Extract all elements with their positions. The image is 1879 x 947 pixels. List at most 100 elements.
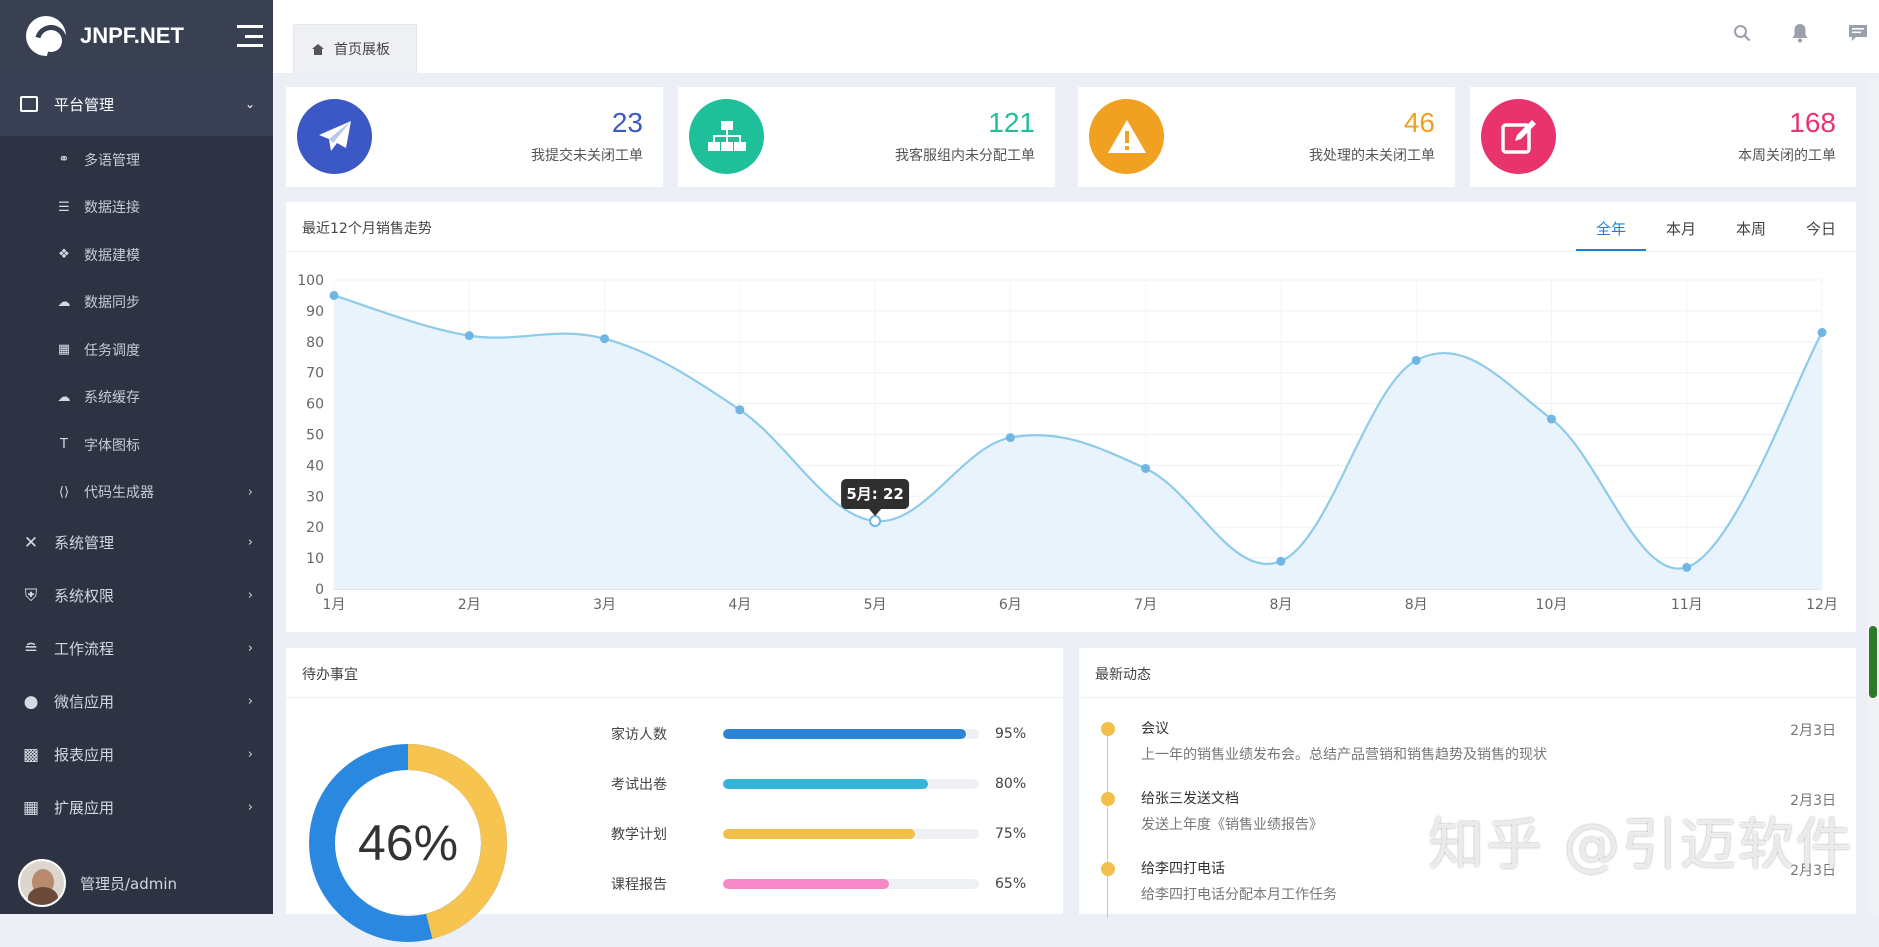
donut-value: 46%	[357, 815, 459, 871]
tab-range-week[interactable]: 本周	[1716, 216, 1786, 252]
y-tick-label: 100	[297, 273, 324, 289]
x-tick-label: 6月	[999, 597, 1022, 613]
sidebar-subitem-label: 多语管理	[84, 152, 140, 169]
sidebar-item[interactable]: ✕ 系统管理 ›	[0, 516, 273, 569]
edit-icon	[1481, 99, 1556, 174]
sidebar-group-label: 平台管理	[54, 95, 115, 114]
shield-icon: ⛨	[24, 585, 38, 606]
divider	[1079, 697, 1856, 698]
scrollbar[interactable]	[1867, 80, 1879, 914]
stat-card-unassigned[interactable]: 121 我客服组内未分配工单	[678, 87, 1055, 187]
bell-icon[interactable]	[1789, 22, 1811, 44]
user-profile[interactable]: 管理员/admin	[0, 852, 273, 914]
progress-label: 课程报告	[611, 877, 667, 893]
tab-range-year[interactable]: 全年	[1576, 216, 1646, 252]
stat-card-closed[interactable]: 168 本周关闭的工单	[1470, 87, 1856, 187]
x-tick-label: 7月	[1134, 597, 1157, 613]
stat-label: 我提交未关闭工单	[531, 148, 643, 164]
tooltip-text: 5月: 22	[846, 485, 904, 503]
stat-value: 168	[1789, 107, 1836, 138]
sidebar-item-label: 报表应用	[54, 746, 115, 764]
sidebar-item[interactable]: ● 微信应用 ›	[0, 675, 273, 728]
chevron-right-icon: ›	[247, 535, 253, 550]
y-tick-label: 50	[306, 428, 324, 444]
stat-card-processing[interactable]: 46 我处理的未关闭工单	[1078, 87, 1455, 187]
sidebar-subitem[interactable]: ❖ 数据建模	[0, 231, 273, 279]
y-tick-label: 60	[306, 397, 324, 413]
brand-title: JNPF.NET	[80, 23, 184, 48]
sidebar-subitem-label: 数据建模	[84, 247, 140, 264]
sidebar-subitem-label: 代码生成器	[84, 485, 154, 502]
progress-percent: 65%	[995, 876, 1027, 892]
chevron-right-icon: ›	[247, 641, 253, 656]
grid-icon: ▦	[22, 797, 40, 818]
sidebar-subitem[interactable]: ☁ 系统缓存	[0, 374, 273, 422]
search-icon[interactable]	[1731, 22, 1753, 44]
data-point	[1141, 463, 1151, 473]
message-icon[interactable]	[1847, 22, 1869, 44]
sidebar-item-label: 系统管理	[54, 534, 115, 552]
x-tick-label: 2月	[458, 597, 481, 613]
sidebar-subitem[interactable]: ⚭ 多语管理	[0, 136, 273, 184]
y-tick-label: 40	[306, 458, 324, 474]
progress-percent: 80%	[995, 776, 1027, 792]
progress-row: 家访人数 95%	[611, 724, 1041, 744]
sidebar-subitem[interactable]: ☰ 数据连接	[0, 184, 273, 232]
top-icons	[1731, 22, 1869, 44]
sidebar-item-label: 系统权限	[54, 587, 115, 605]
scrollbar-thumb[interactable]	[1869, 626, 1877, 698]
y-tick-label: 0	[315, 582, 324, 598]
code-icon: ⟨⟩	[58, 484, 70, 500]
sidebar-subitem[interactable]: ⟨⟩ 代码生成器 ›	[0, 469, 273, 517]
sidebar-item[interactable]: ▩ 报表应用 ›	[0, 728, 273, 781]
tooltip-arrow	[869, 509, 882, 517]
y-tick-label: 80	[306, 335, 324, 351]
x-tick-label: 1月	[323, 597, 346, 613]
timeline-desc: 给李四打电话分配本月工作任务	[1141, 887, 1337, 903]
cloud-icon: ☁	[57, 294, 71, 310]
data-point	[869, 515, 882, 528]
data-point	[735, 405, 745, 415]
progress-row: 教学计划 75%	[611, 824, 1041, 844]
menu-collapse-icon[interactable]	[237, 25, 263, 47]
progress-label: 考试出卷	[611, 777, 667, 793]
sidebar-item[interactable]: ⛨ 系统权限 ›	[0, 569, 273, 622]
cubes-icon: ❖	[58, 247, 70, 263]
sidebar-item[interactable]: ▦ 扩展应用 ›	[0, 781, 273, 834]
timeline-dot	[1101, 792, 1115, 806]
progress-percent: 75%	[995, 826, 1027, 842]
chevron-down-icon: ⌄	[244, 97, 255, 111]
x-tick-label: 5月	[864, 597, 887, 613]
sidebar-subitem[interactable]: T 字体图标	[0, 421, 273, 469]
font-icon: T	[60, 437, 68, 453]
progress-track	[723, 879, 979, 889]
data-point	[1546, 414, 1556, 424]
sidebar-subitem[interactable]: ☁ 数据同步	[0, 279, 273, 327]
sidebar-subitem-label: 字体图标	[84, 437, 140, 454]
sidebar-subitem[interactable]: ▦ 任务调度	[0, 326, 273, 374]
tab-range-today[interactable]: 今日	[1786, 216, 1856, 252]
progress-fill	[723, 829, 915, 839]
progress-donut: 46%	[308, 743, 508, 943]
timeline-title: 给张三发送文档	[1141, 791, 1239, 807]
card-title: 最新动态	[1095, 667, 1151, 683]
todo-card: 待办事宜 46% 家访人数 95% 考试出卷 80% 教学计划 75% 课程报告…	[286, 648, 1063, 942]
avatar	[18, 859, 66, 907]
stat-card-submitted[interactable]: 23 我提交未关闭工单	[286, 87, 663, 187]
user-name: 管理员/admin	[80, 874, 178, 893]
x-tick-label: 3月	[593, 597, 616, 613]
bar-chart-icon: ▩	[22, 744, 40, 765]
tab-range-month[interactable]: 本月	[1646, 216, 1716, 252]
sidebar-group-platform[interactable]: 平台管理 ⌄	[0, 72, 273, 136]
globe-icon: ⚭	[58, 152, 70, 168]
sidebar: JNPF.NET 平台管理 ⌄ ⚭ 多语管理 ☰ 数据连接 ❖ 数据建模 ☁ 数…	[0, 0, 273, 914]
y-tick-label: 10	[306, 551, 324, 567]
sidebar-item[interactable]: ≘ 工作流程 ›	[0, 622, 273, 675]
sidebar-item-label: 扩展应用	[54, 799, 115, 817]
chevron-right-icon: ›	[247, 694, 253, 709]
timeline-item[interactable]: 会议 上一年的销售业绩发布会。总结产品营销和销售趋势及销售的现状 2月3日	[1101, 716, 1836, 776]
tab-dashboard[interactable]: 首页展板	[293, 24, 417, 73]
share-icon: ≘	[23, 638, 39, 659]
progress-row: 考试出卷 80%	[611, 774, 1041, 794]
cloud-download-icon: ☁	[57, 389, 71, 405]
